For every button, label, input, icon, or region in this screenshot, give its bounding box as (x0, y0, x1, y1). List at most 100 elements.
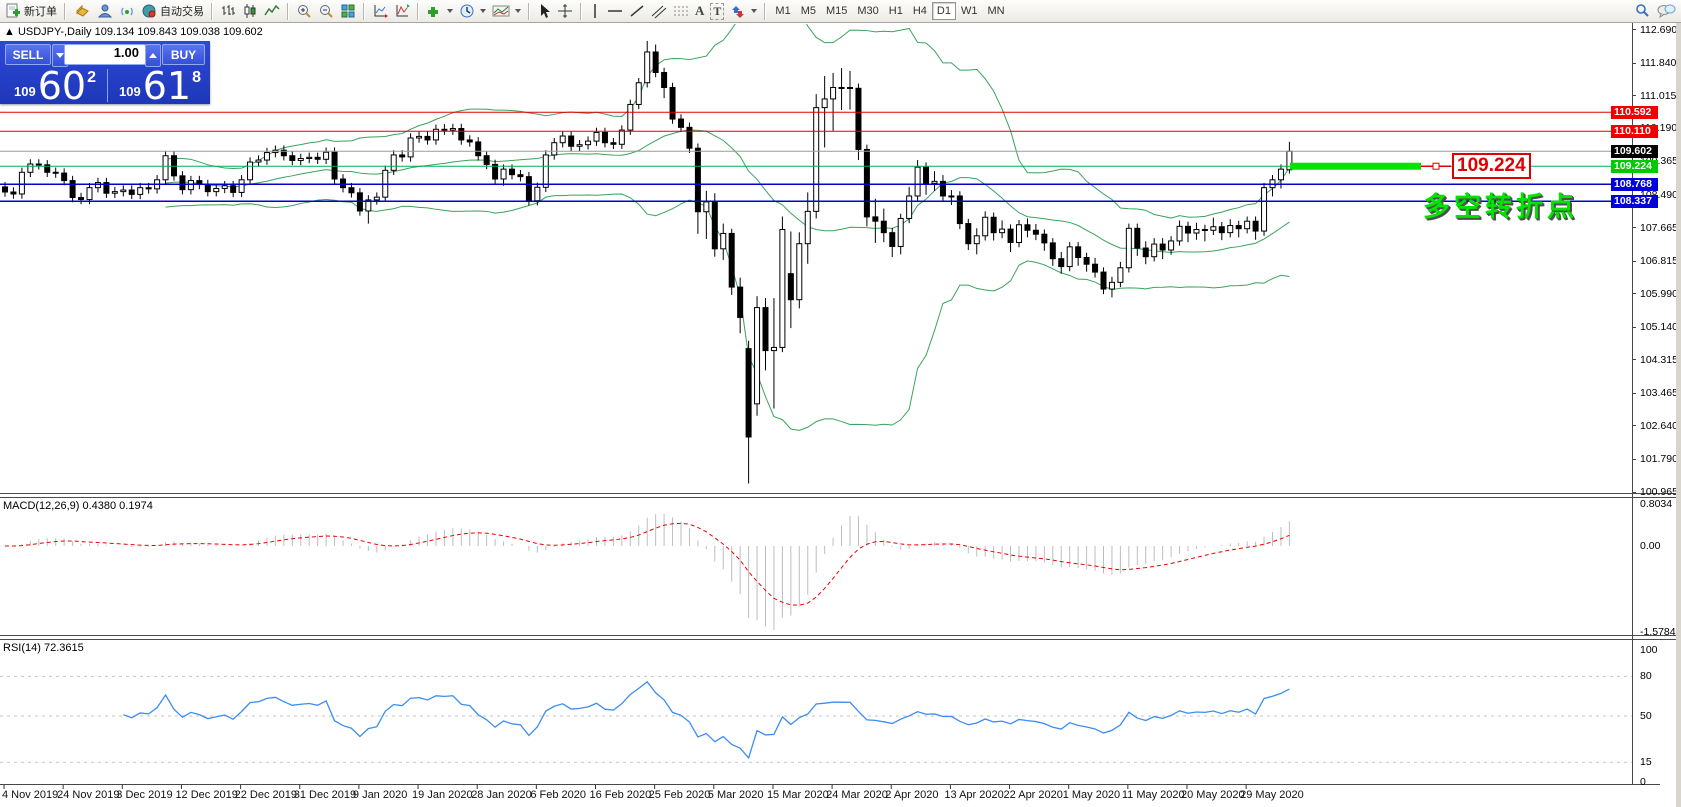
price-divider (107, 69, 108, 102)
price-tick (1632, 261, 1636, 262)
rsi-axis-label: 100 (1640, 644, 1658, 656)
zoom-out-button[interactable] (315, 1, 337, 21)
toolbar-separator (211, 3, 213, 20)
chinese-annotation[interactable]: 多空转折点 (1423, 185, 1578, 224)
add-indicator-button[interactable] (423, 1, 456, 21)
toolbar-separator (287, 3, 289, 20)
price-badge[interactable]: 108.337 (1611, 195, 1658, 208)
rsi-pane-separator[interactable] (0, 635, 1681, 640)
dropdown-caret (515, 9, 521, 13)
vertical-line-button[interactable] (586, 1, 604, 21)
buy-button[interactable]: BUY (162, 44, 205, 65)
line-chart-button[interactable] (261, 1, 283, 21)
auto-trading-icon (141, 3, 157, 19)
macd-label: MACD(12,26,9) 0.4380 0.1974 (3, 500, 153, 512)
cursor-icon (537, 3, 551, 19)
price-callout-label[interactable]: 109.224 (1452, 153, 1531, 179)
periods-button[interactable] (456, 1, 489, 21)
arrows-button[interactable] (727, 1, 760, 21)
data-window-button[interactable] (94, 1, 116, 21)
toolbar-separator (764, 3, 766, 20)
date-label: 16 Feb 2020 (590, 789, 652, 801)
vertical-line-icon (589, 3, 601, 19)
indicator-list-button[interactable] (391, 1, 413, 21)
timeframe-m30[interactable]: M30 (852, 2, 883, 20)
chart-canvas[interactable] (0, 23, 1681, 807)
text-tool-button[interactable]: A (692, 1, 707, 21)
toolbar-separator (64, 3, 66, 20)
down-arrow-icon (56, 53, 64, 58)
text-label-button[interactable]: T (707, 1, 727, 21)
arrows-icon (730, 3, 746, 19)
timeframe-m1[interactable]: M1 (770, 2, 795, 20)
timeframe-m15[interactable]: M15 (821, 2, 852, 20)
candlestick-chart-icon (242, 3, 258, 19)
bar-chart-icon (220, 3, 236, 19)
sell-price[interactable]: 109 60 2 (14, 67, 96, 103)
tile-windows-button[interactable] (337, 1, 359, 21)
volume-input[interactable]: 1.00 (64, 44, 146, 65)
equidistant-channel-button[interactable] (648, 1, 670, 21)
data-window-icon (97, 3, 113, 19)
price-tick-label: 106.815 (1640, 255, 1678, 267)
date-label: 20 May 2020 (1181, 789, 1245, 801)
bar-chart-button[interactable] (217, 1, 239, 21)
date-label: 5 Mar 2020 (708, 789, 764, 801)
new-order-button[interactable]: 新订单 (2, 1, 60, 21)
templates-button[interactable] (489, 1, 524, 21)
candlestick-chart-button[interactable] (239, 1, 261, 21)
signals-icon (119, 3, 135, 19)
price-badge[interactable]: 109.602 (1611, 145, 1658, 158)
toolbar-separator (363, 3, 365, 20)
templates-icon (492, 3, 510, 19)
collapse-arrow[interactable]: ▲ (4, 26, 15, 38)
tile-windows-icon (340, 3, 356, 19)
date-label: 4 Nov 2019 (2, 789, 58, 801)
timeframe-d1[interactable]: D1 (932, 2, 956, 20)
signals-button[interactable] (116, 1, 138, 21)
price-badge[interactable]: 110.592 (1611, 106, 1658, 119)
macd-axis-label: 0.8034 (1640, 498, 1672, 510)
rsi-axis-label: 80 (1640, 670, 1652, 682)
price-badge[interactable]: 109.224 (1611, 160, 1658, 173)
buy-price[interactable]: 109 61 8 (119, 67, 201, 103)
timeframe-mn[interactable]: MN (982, 2, 1009, 20)
ohlc-values: 109.134 109.843 109.038 109.602 (95, 26, 263, 38)
market-watch-icon (73, 3, 91, 19)
chat-button[interactable] (1653, 1, 1679, 21)
horizontal-line-button[interactable] (604, 1, 626, 21)
date-label: 24 Mar 2020 (826, 789, 888, 801)
toolbar-separator (417, 3, 419, 20)
price-tick (1632, 63, 1636, 64)
auto-trading-label: 自动交易 (160, 3, 204, 19)
new-indicator-window-icon (372, 3, 388, 19)
buy-price-big: 61 (143, 69, 191, 103)
equidistant-channel-icon (651, 3, 667, 19)
search-icon (1634, 3, 1650, 19)
new-indicator-window-button[interactable] (369, 1, 391, 21)
timeframe-m5[interactable]: M5 (796, 2, 821, 20)
macd-pane-separator[interactable] (0, 493, 1681, 498)
sell-button[interactable]: SELL (5, 44, 51, 65)
trendline-button[interactable] (626, 1, 648, 21)
cursor-button[interactable] (534, 1, 554, 21)
search-button[interactable] (1631, 1, 1653, 21)
date-label: 12 Dec 2019 (175, 789, 237, 801)
fibonacci-button[interactable] (670, 1, 692, 21)
auto-trading-button[interactable]: 自动交易 (138, 1, 207, 21)
price-tick-label: 107.665 (1640, 222, 1678, 234)
timeframe-h1[interactable]: H1 (884, 2, 908, 20)
market-watch-button[interactable] (70, 1, 94, 21)
price-badge[interactable]: 110.110 (1611, 125, 1658, 138)
new-order-icon (5, 3, 21, 19)
crosshair-button[interactable] (554, 1, 576, 21)
price-badge[interactable]: 108.768 (1611, 178, 1658, 191)
sell-price-big: 60 (38, 69, 86, 103)
zoom-out-icon (318, 3, 334, 19)
timeframe-h4[interactable]: H4 (908, 2, 932, 20)
timeframe-w1[interactable]: W1 (956, 2, 983, 20)
price-tick-label: 105.990 (1640, 288, 1678, 300)
rsi-axis-label: 15 (1640, 756, 1652, 768)
price-tick-label: 100.965 (1640, 486, 1678, 498)
zoom-in-button[interactable] (293, 1, 315, 21)
